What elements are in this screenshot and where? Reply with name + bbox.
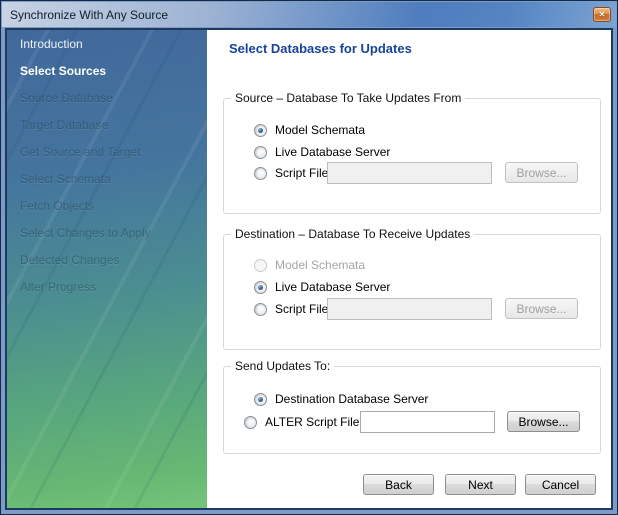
radio-source-live-database-server[interactable] [254,146,267,159]
radio-source-script-file[interactable] [254,167,267,180]
option-row: Model Schemata [254,254,365,276]
step-target-database: Target Database [7,112,207,139]
step-select-sources: Select Sources [7,58,207,85]
close-button[interactable]: ✕ [593,7,611,22]
option-label: Script File: [275,302,332,316]
option-row: Live Database Server [254,276,390,298]
step-introduction: Introduction [7,31,207,58]
source-script-file-input [327,162,492,184]
destination-browse-button: Browse... [505,298,578,319]
next-button[interactable]: Next [445,474,516,495]
option-row: Script File: [254,298,332,320]
step-fetch-objects: Fetch Objects [7,193,207,220]
send-updates-group: Send Updates To: Destination Database Se… [223,366,601,454]
radio-destination-script-file[interactable] [254,303,267,316]
titlebar: Synchronize With Any Source ✕ [2,2,616,27]
radio-destination-model-schemata [254,259,267,272]
option-label: ALTER Script File: [265,415,363,429]
alter-script-file-input[interactable] [360,411,495,433]
destination-group: Destination – Database To Receive Update… [223,234,601,350]
step-get-source-and-target: Get Source and Target [7,139,207,166]
option-label: Live Database Server [275,145,390,159]
option-label: Destination Database Server [275,392,428,406]
step-select-schemata: Select Schemata [7,166,207,193]
wizard-steps-sidebar: Introduction Select Sources Source Datab… [7,30,207,508]
destination-script-file-input [327,298,492,320]
source-group: Source – Database To Take Updates From M… [223,98,601,214]
option-row: ALTER Script File: [244,411,363,433]
radio-destination-database-server[interactable] [254,393,267,406]
close-icon: ✕ [599,11,606,19]
alter-browse-button[interactable]: Browse... [507,411,580,432]
option-label: Live Database Server [275,280,390,294]
cancel-button[interactable]: Cancel [525,474,596,495]
sync-wizard-dialog: Synchronize With Any Source ✕ Introducti… [0,0,618,515]
wizard-page: Select Databases for Updates Source – Da… [207,30,611,508]
option-label: Model Schemata [275,123,365,137]
back-button[interactable]: Back [363,474,434,495]
source-browse-button: Browse... [505,162,578,183]
step-alter-progress: Alter Progress [7,274,207,301]
radio-alter-script-file[interactable] [244,416,257,429]
source-group-title: Source – Database To Take Updates From [231,91,465,105]
step-detected-changes: Detected Changes [7,247,207,274]
page-title: Select Databases for Updates [229,41,412,56]
destination-group-title: Destination – Database To Receive Update… [231,227,474,241]
send-updates-group-title: Send Updates To: [231,359,334,373]
option-row: Model Schemata [254,119,365,141]
client-area: Introduction Select Sources Source Datab… [5,28,613,510]
window-title: Synchronize With Any Source [10,8,168,22]
radio-source-model-schemata[interactable] [254,124,267,137]
step-select-changes-to-apply: Select Changes to Apply [7,220,207,247]
option-label: Model Schemata [275,258,365,272]
option-row: Script File: [254,162,332,184]
option-row: Live Database Server [254,141,390,163]
option-label: Script File: [275,166,332,180]
radio-destination-live-database-server[interactable] [254,281,267,294]
option-row: Destination Database Server [254,388,428,410]
step-source-database: Source Database [7,85,207,112]
